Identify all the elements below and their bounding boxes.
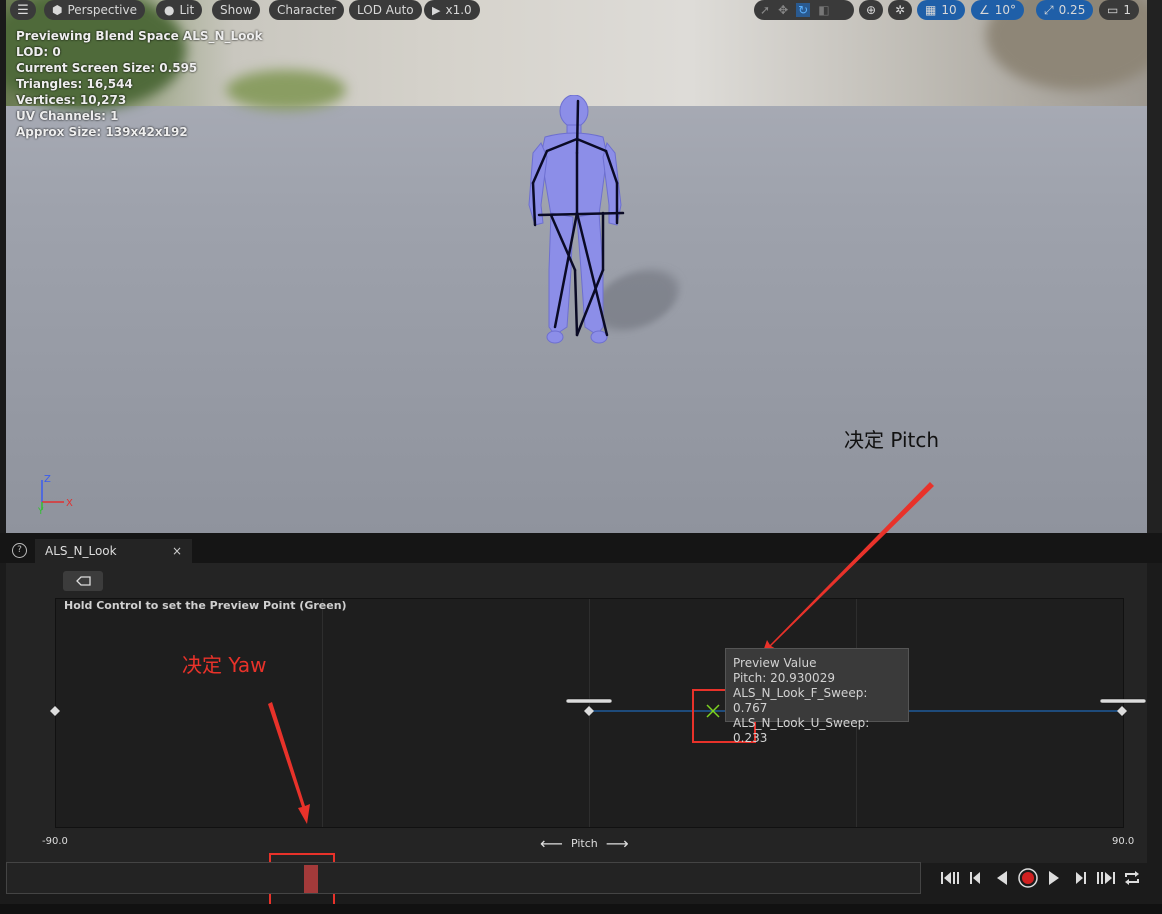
play-button[interactable]	[1044, 868, 1064, 888]
skip-to-end-icon	[1097, 872, 1115, 884]
playback-controls	[940, 868, 1142, 888]
skip-to-start-button[interactable]	[940, 868, 960, 888]
loop-button[interactable]	[1122, 868, 1142, 888]
sample-weight-bar-u	[1099, 698, 1147, 704]
arrow-pitch	[760, 482, 934, 660]
step-forward-icon	[1076, 872, 1086, 884]
sample-point-f-sweep	[584, 706, 594, 716]
step-back-icon	[970, 872, 980, 884]
annotation-yaw: 决定 Yaw	[182, 653, 267, 677]
sample-point-left	[50, 706, 60, 716]
arrow-yaw	[268, 702, 310, 824]
axis-label: ⟵ Pitch ⟶	[540, 834, 629, 853]
step-back-button[interactable]	[966, 868, 986, 888]
preview-value-tooltip: Preview Value Pitch: 20.930029 ALS_N_Loo…	[725, 648, 909, 745]
sample-weight-bar-f	[565, 698, 613, 704]
status-bar	[0, 904, 1162, 914]
timeline-track[interactable]	[6, 862, 921, 894]
timeline-scrubber[interactable]	[304, 865, 318, 893]
tooltip-title: Preview Value	[733, 656, 817, 670]
arrow-right-icon: ⟶	[605, 834, 629, 853]
step-forward-button[interactable]	[1070, 868, 1090, 888]
play-reverse-button[interactable]	[992, 868, 1012, 888]
tooltip-sample-f: ALS_N_Look_F_Sweep: 0.767	[733, 686, 868, 715]
axis-min-label: -90.0	[42, 836, 68, 847]
record-button[interactable]	[1018, 868, 1038, 888]
loop-icon	[1125, 871, 1139, 885]
axis-name: Pitch	[570, 837, 598, 850]
blendspace-samples	[50, 482, 1147, 907]
skip-to-start-icon	[941, 872, 959, 884]
axis-max-label: 90.0	[1112, 836, 1135, 847]
skip-to-end-button[interactable]	[1096, 868, 1116, 888]
arrow-left-icon: ⟵	[540, 834, 563, 853]
tooltip-sample-u: ALS_N_Look_U_Sweep: 0.233	[733, 716, 870, 745]
record-icon	[1018, 868, 1038, 888]
play-reverse-icon	[997, 871, 1007, 885]
play-forward-icon	[1049, 871, 1059, 885]
tooltip-pitch: Pitch: 20.930029	[733, 671, 835, 685]
sample-point-u-sweep	[1117, 706, 1127, 716]
